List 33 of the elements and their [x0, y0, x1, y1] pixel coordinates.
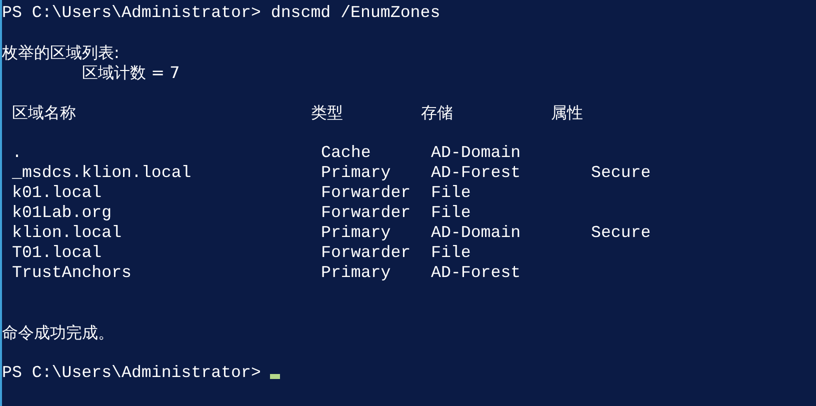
zone-name: klion.local — [12, 223, 123, 243]
zone-type: Primary — [321, 223, 392, 243]
column-header: 类型 — [311, 103, 344, 123]
text-cursor — [270, 374, 280, 379]
result-message: 命令成功完成。 — [2, 323, 114, 343]
zone-storage: AD-Domain — [431, 143, 522, 163]
column-header: 属性 — [551, 103, 583, 123]
list-title: 枚举的区域列表: — [2, 43, 120, 63]
column-header: 区域名称 — [12, 103, 77, 123]
zone-name: k01.local — [12, 183, 103, 203]
zone-property: Secure — [591, 163, 651, 183]
column-header: 存储 — [421, 103, 454, 123]
zone-count: 区域计数 = 7 — [82, 63, 180, 83]
zone-storage: File — [431, 183, 472, 203]
zone-type: Forwarder — [321, 203, 412, 223]
zone-type: Primary — [321, 163, 392, 183]
zone-property: Secure — [591, 223, 651, 243]
command-line: PS C:\Users\Administrator> dnscmd /EnumZones — [2, 3, 440, 23]
prompt-text: PS C:\Users\Administrator> — [2, 363, 261, 383]
zone-storage: File — [431, 243, 472, 263]
zone-type: Cache — [321, 143, 372, 163]
zone-name: _msdcs.klion.local — [12, 163, 192, 183]
zone-storage: File — [431, 203, 472, 223]
zone-name: TrustAnchors — [12, 263, 132, 283]
zone-storage: AD-Forest — [431, 263, 522, 283]
zone-name: T01.local — [12, 243, 103, 263]
zone-name: . — [12, 143, 23, 163]
zone-type: Primary — [321, 263, 392, 283]
zone-name: k01Lab.org — [12, 203, 113, 223]
zone-type: Forwarder — [321, 243, 412, 263]
zone-storage: AD-Domain — [431, 223, 522, 243]
zone-type: Forwarder — [321, 183, 412, 203]
zone-storage: AD-Forest — [431, 163, 522, 183]
